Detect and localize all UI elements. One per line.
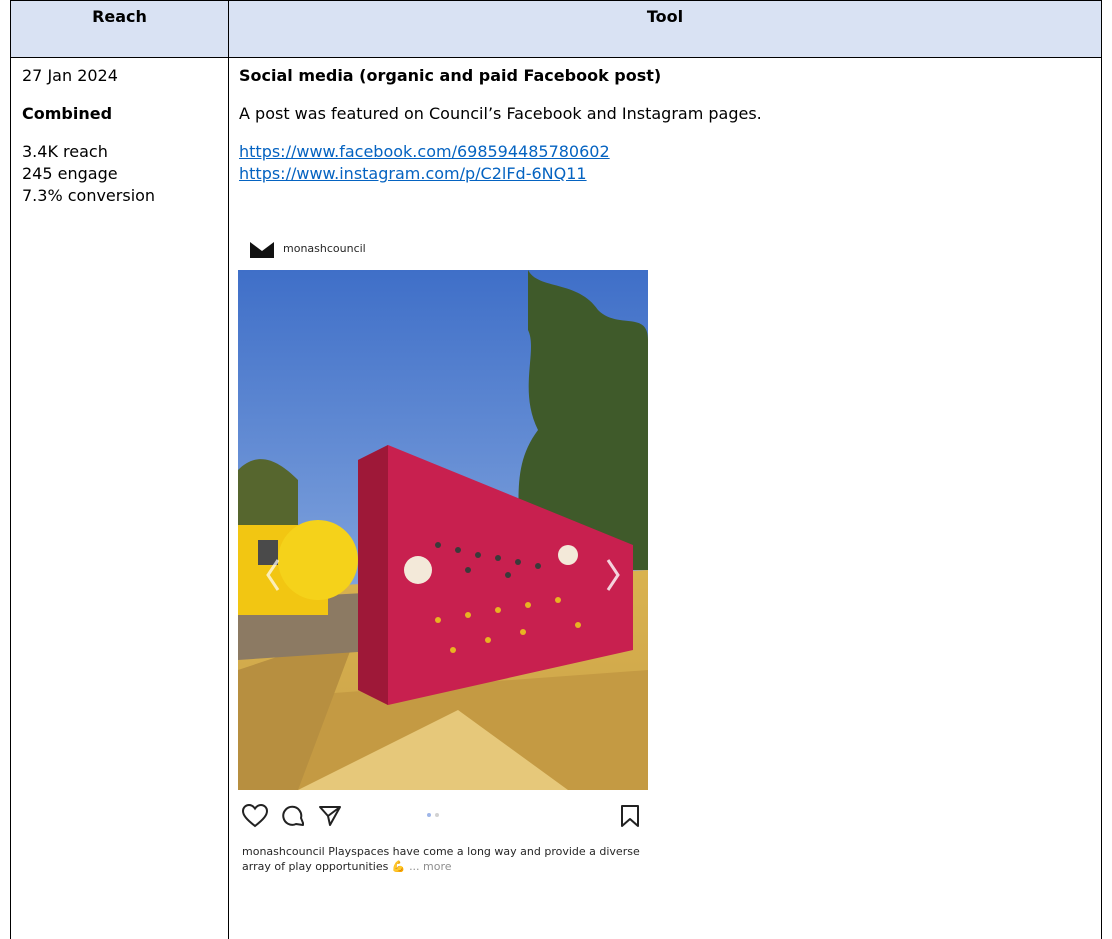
reach-stat: 3.4K reach — [22, 142, 108, 161]
header-reach-label: Reach — [92, 7, 147, 26]
tool-cell: Social media (organic and paid Facebook … — [228, 57, 1102, 939]
header-reach: Reach — [10, 0, 229, 58]
engage-stat: 245 engage — [22, 164, 118, 183]
conversion-stat: 7.3% conversion — [22, 186, 156, 205]
muscle-emoji-icon: 💪 — [391, 860, 406, 873]
comment-icon[interactable] — [282, 804, 306, 828]
post-date: 27 Jan 2024 — [22, 66, 118, 85]
share-icon[interactable] — [318, 804, 342, 828]
report-table: Reach Tool 27 Jan 2024 Combined 3.4K rea… — [10, 0, 1102, 939]
carousel-dots-icon — [427, 813, 439, 817]
facebook-link[interactable]: https://www.facebook.com/698594485780602 — [239, 141, 1101, 163]
reach-cell: 27 Jan 2024 Combined 3.4K reach 245 enga… — [10, 57, 229, 939]
caption-username: monashcouncil — [242, 845, 325, 858]
header-tool-label: Tool — [646, 7, 684, 26]
instagram-post-screenshot: monashcouncil monashcouncil Playspaces h… — [238, 232, 648, 922]
tool-description: A post was featured on Council’s Faceboo… — [239, 104, 762, 123]
instagram-actions-bar — [238, 802, 648, 832]
instagram-link[interactable]: https://www.instagram.com/p/C2lFd-6NQ11 — [239, 163, 1101, 185]
caption-more-link[interactable]: ... more — [409, 860, 451, 873]
combined-label: Combined — [22, 104, 113, 123]
instagram-caption: monashcouncil Playspaces have come a lon… — [242, 844, 642, 874]
instagram-post-header: monashcouncil — [238, 232, 648, 266]
bookmark-icon[interactable] — [620, 804, 640, 828]
instagram-username: monashcouncil — [283, 242, 366, 255]
playground-photo — [238, 270, 648, 790]
tool-title: Social media (organic and paid Facebook … — [239, 66, 662, 85]
heart-icon[interactable] — [242, 804, 268, 828]
monash-logo-icon — [250, 242, 274, 258]
header-tool: Tool — [228, 0, 1102, 58]
